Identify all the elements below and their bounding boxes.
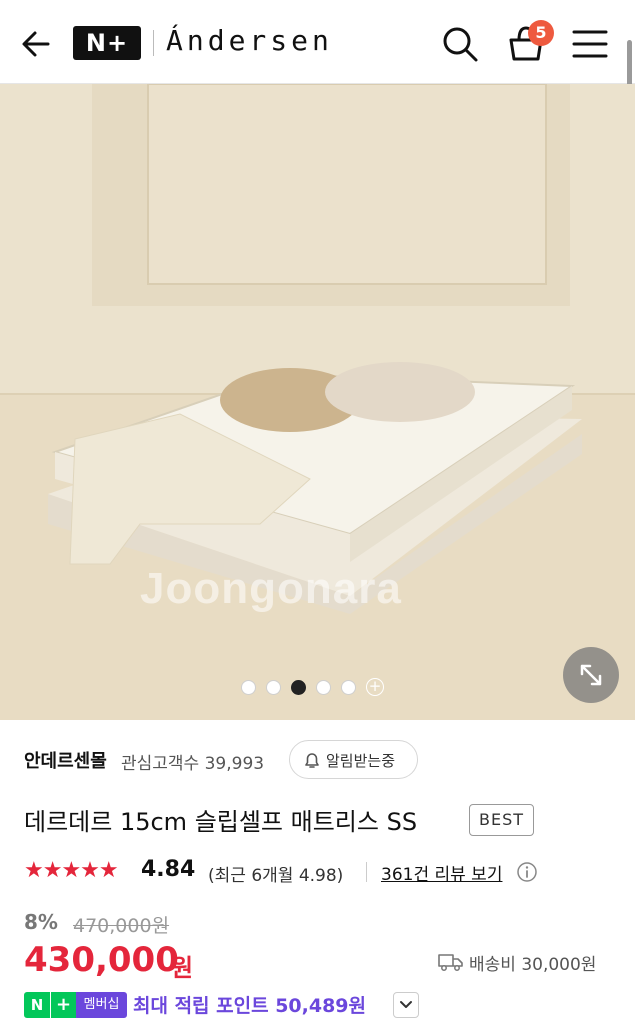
product-image[interactable]: Joongonara bbox=[0, 84, 635, 720]
back-arrow-icon[interactable] bbox=[18, 24, 58, 64]
badge-plus: + bbox=[50, 992, 76, 1018]
pager-dot-active[interactable] bbox=[291, 679, 306, 695]
discount-rate: 8% bbox=[24, 910, 58, 934]
brand-logo[interactable]: Ándersen bbox=[166, 24, 333, 57]
pager-dot[interactable] bbox=[341, 679, 356, 695]
pager-dot[interactable] bbox=[316, 679, 331, 695]
notification-follow-button[interactable]: 알림받는중 bbox=[289, 740, 418, 779]
sale-price: 430,000 bbox=[24, 940, 179, 980]
bell-icon bbox=[302, 750, 322, 770]
search-icon[interactable] bbox=[440, 24, 480, 64]
badge-n: N bbox=[24, 992, 50, 1018]
store-name-link[interactable]: 안데르센몰 bbox=[24, 747, 107, 773]
star-rating-icons: ★★★★★ bbox=[24, 858, 119, 883]
follow-button-label: 알림받는중 bbox=[326, 752, 396, 770]
rating-score: 4.84 bbox=[141, 857, 196, 882]
delivery-truck-icon bbox=[438, 952, 464, 972]
max-points-text: 최대 적립 포인트 50,489원 bbox=[133, 995, 367, 1017]
nplus-store-logo[interactable]: N+ bbox=[73, 26, 141, 60]
nplus-membership-badge: N + 멤버십 bbox=[24, 992, 127, 1018]
original-price: 470,000원 bbox=[73, 915, 170, 937]
review-link[interactable]: 361건 리뷰 보기 bbox=[381, 860, 502, 885]
shipping-fee: 배송비 30,000원 bbox=[469, 955, 597, 975]
logo-divider bbox=[153, 30, 154, 56]
expand-image-icon[interactable] bbox=[563, 647, 619, 703]
hamburger-menu-icon[interactable] bbox=[570, 26, 610, 62]
image-pager: + bbox=[241, 678, 384, 696]
watermark-text: Joongonara bbox=[140, 564, 402, 613]
best-badge: BEST bbox=[469, 804, 535, 836]
pager-more-icon[interactable]: + bbox=[366, 678, 384, 696]
chevron-down-icon[interactable] bbox=[393, 992, 419, 1018]
info-icon[interactable] bbox=[516, 861, 538, 883]
rating-divider bbox=[366, 862, 367, 882]
cart-count-badge: 5 bbox=[528, 20, 554, 46]
top-header: N+ Ándersen 5 bbox=[0, 0, 635, 84]
product-title: 데르데르 15cm 슬립셀프 매트리스 SS bbox=[24, 808, 418, 836]
recent-rating: (최근 6개월 4.98) bbox=[208, 866, 344, 886]
pager-dot[interactable] bbox=[266, 679, 281, 695]
follower-count: 관심고객수 39,993 bbox=[121, 754, 265, 774]
pager-dot[interactable] bbox=[241, 679, 256, 695]
price-unit: 원 bbox=[171, 954, 194, 982]
badge-membership: 멤버십 bbox=[76, 992, 127, 1018]
